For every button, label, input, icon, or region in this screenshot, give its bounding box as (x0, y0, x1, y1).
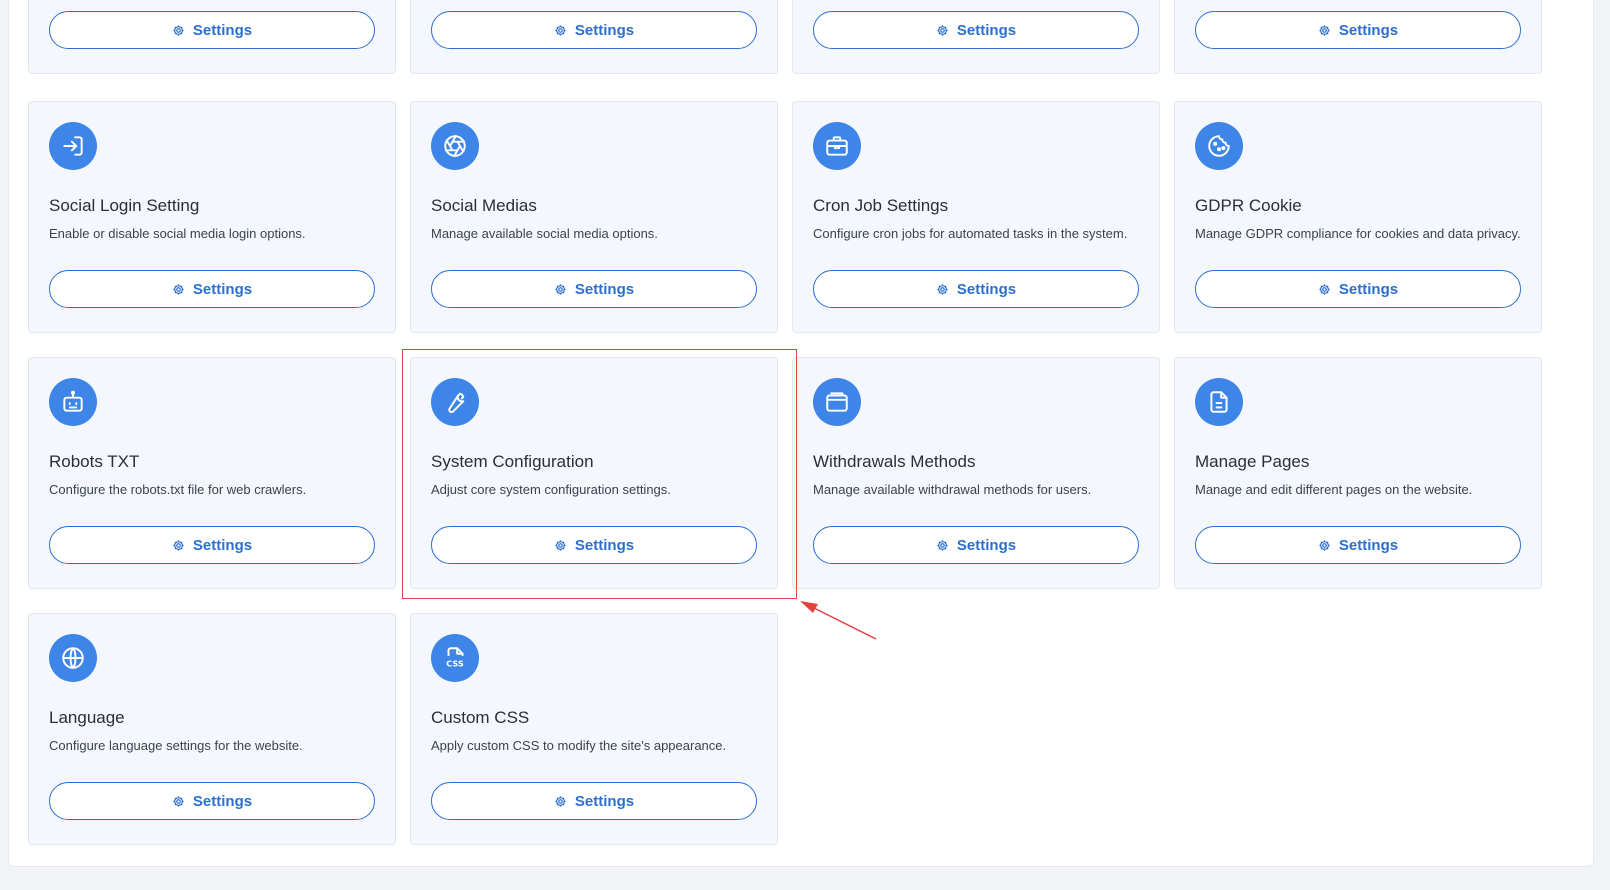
card-description: Configure the robots.txt file for web cr… (49, 482, 307, 497)
card-description: Enable or disable social media login opt… (49, 226, 306, 241)
card-description: Manage available social media options. (431, 226, 658, 241)
card-description: Manage and edit different pages on the w… (1195, 482, 1473, 497)
css-file-icon: CSS (431, 634, 479, 682)
settings-button-label: Settings (956, 280, 1017, 298)
settings-card: Social Medias Manage available social med… (410, 101, 778, 333)
settings-button-label: Settings (956, 536, 1017, 554)
settings-button[interactable]: Settings (49, 11, 375, 49)
gear-icon (172, 283, 185, 296)
settings-button[interactable]: Settings (1195, 11, 1521, 49)
gear-icon (172, 539, 185, 552)
aperture-icon (431, 122, 479, 170)
card-title: GDPR Cookie (1195, 196, 1302, 215)
settings-button[interactable]: Settings (49, 526, 375, 564)
gear-icon (936, 24, 949, 37)
settings-button[interactable]: Settings (813, 11, 1139, 49)
settings-card: Language Configure language settings for … (28, 613, 396, 845)
settings-button-label: Settings (1338, 536, 1399, 554)
wallet-icon (813, 378, 861, 426)
card-title: Robots TXT (49, 452, 140, 471)
settings-button[interactable]: Settings (49, 782, 375, 820)
settings-button-label: Settings (956, 21, 1017, 39)
card-title: Manage Pages (1195, 452, 1310, 471)
settings-button[interactable]: Settings (813, 270, 1139, 308)
settings-button[interactable]: Settings (431, 11, 757, 49)
settings-button[interactable]: Settings (1195, 526, 1521, 564)
card-description: Apply custom CSS to modify the site's ap… (431, 738, 727, 753)
settings-button-label: Settings (574, 280, 635, 298)
document-icon (1195, 378, 1243, 426)
highlight-box (402, 349, 797, 599)
gear-icon (936, 283, 949, 296)
gear-icon (936, 539, 949, 552)
card-title: Custom CSS (431, 708, 530, 727)
cookie-icon (1195, 122, 1243, 170)
card-description: Manage available withdrawal methods for … (813, 482, 1092, 497)
briefcase-icon (813, 122, 861, 170)
settings-button-label: Settings (574, 21, 635, 39)
settings-button[interactable]: Settings (431, 270, 757, 308)
gear-icon (554, 795, 567, 808)
settings-card: Settings (410, 0, 778, 74)
settings-button[interactable]: Settings (49, 270, 375, 308)
settings-button-label: Settings (192, 536, 253, 554)
settings-card: Robots TXT Configure the robots.txt file … (28, 357, 396, 589)
gear-icon (1318, 539, 1331, 552)
settings-card: CSS Custom CSS Apply custom CSS to modify … (410, 613, 778, 845)
card-description: Configure cron jobs for automated tasks … (813, 226, 1128, 241)
gear-icon (554, 24, 567, 37)
settings-button[interactable]: Settings (1195, 270, 1521, 308)
card-title: Language (49, 708, 125, 727)
card-title: Social Login Setting (49, 196, 200, 215)
settings-card: Manage Pages Manage and edit different pa… (1174, 357, 1542, 589)
card-title: Social Medias (431, 196, 537, 215)
card-title: Withdrawals Methods (813, 452, 976, 471)
settings-card: Withdrawals Methods Manage available with… (792, 357, 1160, 589)
settings-card: Settings (792, 0, 1160, 74)
gear-icon (1318, 24, 1331, 37)
settings-card: Social Login Setting Enable or disable so… (28, 101, 396, 333)
gear-icon (172, 795, 185, 808)
card-title: Cron Job Settings (813, 196, 949, 215)
settings-button-label: Settings (574, 792, 635, 810)
card-description: Configure language settings for the webs… (49, 738, 303, 753)
robot-icon (49, 378, 97, 426)
gear-icon (554, 283, 567, 296)
gear-icon (1318, 283, 1331, 296)
settings-button-label: Settings (1338, 280, 1399, 298)
settings-button[interactable]: Settings (431, 782, 757, 820)
gear-icon (172, 24, 185, 37)
settings-button-label: Settings (192, 792, 253, 810)
settings-button-label: Settings (192, 280, 253, 298)
settings-button[interactable]: Settings (813, 526, 1139, 564)
settings-button-label: Settings (192, 21, 253, 39)
card-description: Manage GDPR compliance for cookies and d… (1195, 226, 1521, 241)
settings-button-label: Settings (1338, 21, 1399, 39)
svg-text:CSS: CSS (446, 659, 464, 669)
globe-icon (49, 634, 97, 682)
sign-in-icon (49, 122, 97, 170)
settings-card: Cron Job Settings Configure cron jobs for… (792, 101, 1160, 333)
settings-card: GDPR Cookie Manage GDPR compliance for co… (1174, 101, 1542, 333)
settings-card: Settings (28, 0, 396, 74)
settings-card: Settings (1174, 0, 1542, 74)
